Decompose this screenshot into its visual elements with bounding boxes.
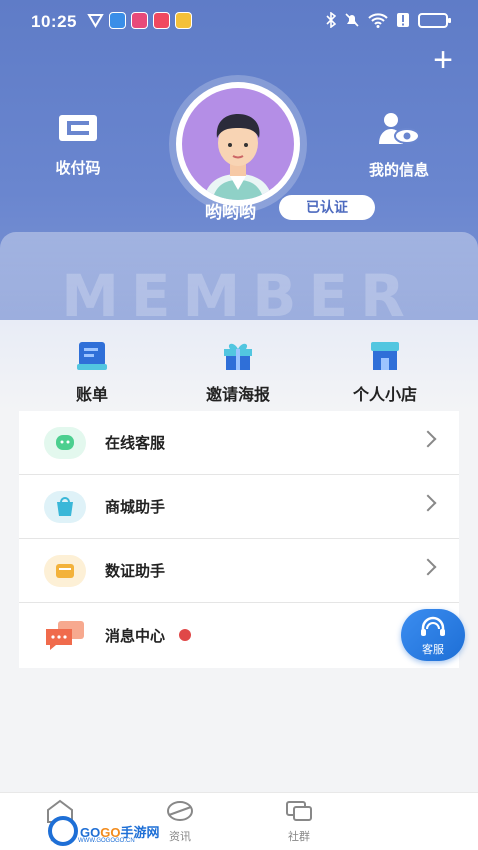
bill-button[interactable]: 账单 (32, 340, 152, 405)
status-time: 10:25 (31, 12, 77, 31)
avatar[interactable] (169, 75, 307, 213)
avatar-ring (176, 82, 300, 206)
tab-community[interactable]: 社群 (269, 799, 329, 844)
pay-code-button[interactable]: 收付码 (28, 112, 128, 178)
chevron-right-icon (419, 430, 437, 448)
message-center-icon (44, 619, 86, 651)
user-info-icon (379, 113, 420, 144)
app-icon-pink (131, 12, 148, 29)
app-icon-blue (109, 12, 126, 29)
my-info-label: 我的信息 (368, 162, 429, 179)
menu-item-message-center[interactable]: 消息中心 (19, 603, 459, 667)
invite-poster-label: 邀请海报 (205, 387, 270, 404)
data-cert-icon (44, 554, 86, 587)
tab-label: 社群 (288, 831, 310, 843)
menu-item-online-service[interactable]: 在线客服 (19, 411, 459, 475)
app-icon-yellow (175, 12, 192, 29)
status-bar: 10:25 (0, 0, 478, 44)
gift-icon (224, 343, 252, 370)
bill-label: 账单 (75, 387, 108, 404)
menu-label: 在线客服 (105, 435, 166, 452)
pay-code-icon (59, 115, 97, 141)
bill-icon (77, 342, 107, 370)
unread-badge (179, 629, 192, 641)
shield-icon (87, 14, 104, 28)
customer-service-float-button[interactable]: 客服 (401, 609, 465, 661)
site-watermark: GOGO手游网 WWW.GOGOGO.CN (48, 816, 159, 846)
status-system-icons (326, 12, 451, 28)
music-icon (153, 12, 170, 29)
watermark-logo-icon (48, 816, 78, 846)
alert-icon (397, 13, 409, 27)
person-icon (204, 114, 272, 200)
headset-icon (421, 616, 445, 636)
menu-item-mall-assistant[interactable]: 商城助手 (19, 475, 459, 539)
mall-assistant-icon (44, 490, 86, 523)
float-label: 客服 (422, 644, 444, 656)
bluetooth-icon (326, 12, 336, 28)
mute-icon (345, 13, 359, 27)
add-button[interactable]: + (428, 43, 458, 77)
invite-poster-button[interactable]: 邀请海报 (178, 340, 298, 405)
battery-icon (418, 12, 451, 28)
menu-label: 消息中心 (105, 627, 166, 645)
online-service-icon (44, 426, 86, 459)
watermark-url: WWW.GOGOGO.CN (78, 838, 135, 844)
personal-store-label: 个人小店 (352, 387, 417, 404)
status-notification-icons (87, 12, 192, 29)
chevron-right-icon (419, 494, 437, 512)
personal-store-button[interactable]: 个人小店 (325, 340, 445, 405)
store-icon (371, 342, 399, 370)
menu-label: 商城助手 (105, 499, 166, 516)
wifi-icon (368, 13, 388, 28)
avatar-image (182, 88, 294, 200)
service-menu: 在线客服 商城助手 数证助手 消息中心 (19, 411, 459, 668)
news-icon (167, 801, 193, 821)
menu-item-data-cert[interactable]: 数证助手 (19, 539, 459, 603)
username: 哟哟哟 (205, 203, 256, 222)
community-icon (286, 801, 312, 821)
menu-label: 数证助手 (105, 563, 166, 580)
my-info-button[interactable]: 我的信息 (349, 112, 449, 180)
pay-code-label: 收付码 (55, 160, 101, 177)
chevron-right-icon (419, 558, 437, 576)
verified-badge: 已认证 (279, 195, 375, 220)
